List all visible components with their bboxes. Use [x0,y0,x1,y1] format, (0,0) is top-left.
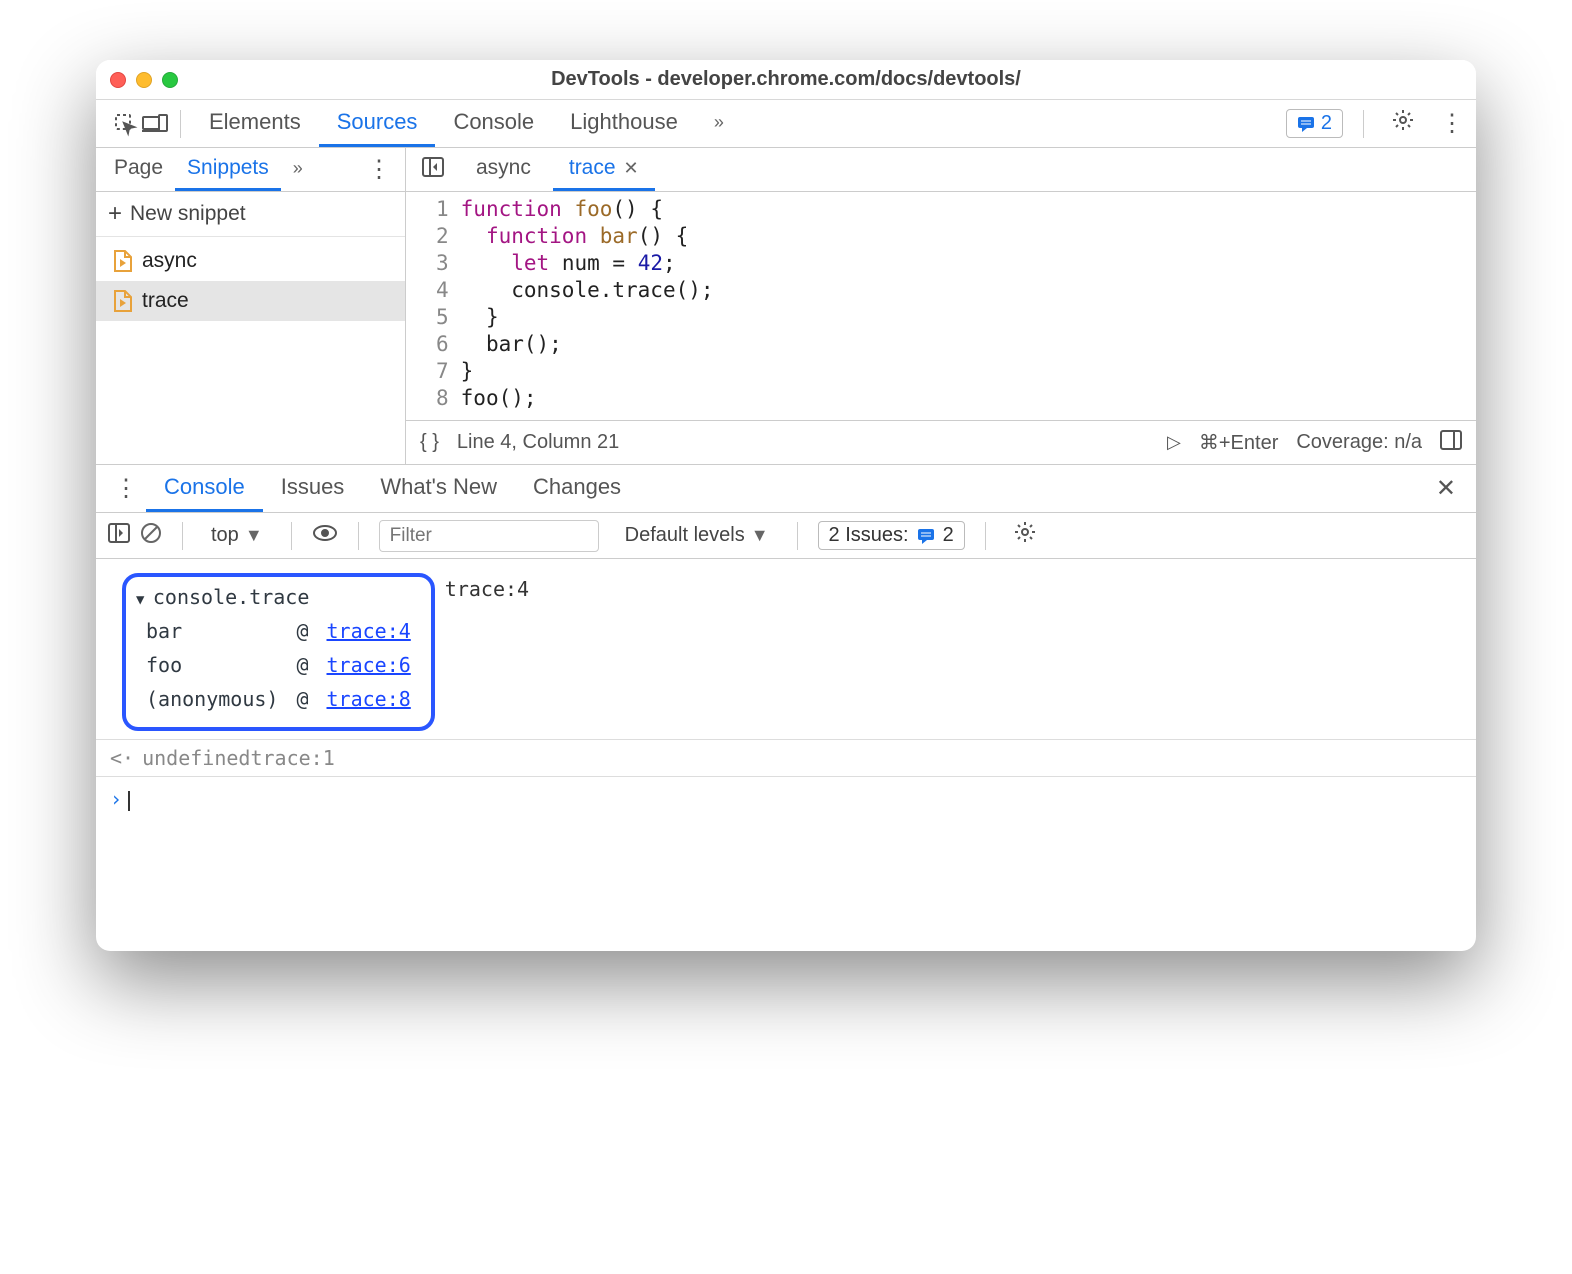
navigator-tabs: Page Snippets » ⋮ [96,148,405,192]
panel-tabs: Elements Sources Console Lighthouse » [191,100,742,147]
navigator-more-icon[interactable]: ⋮ [359,155,399,184]
snippet-item-label: trace [142,289,189,313]
close-drawer-icon[interactable]: ✕ [1426,474,1466,503]
frame-location-link[interactable]: trace:6 [327,653,411,677]
cursor-position: Line 4, Column 21 [457,431,619,454]
console-result-row: <· undefined trace:1 [96,739,1476,777]
snippet-item-label: async [142,249,197,273]
message-source-link[interactable]: trace:1 [250,746,334,770]
frame-at: @ [288,649,316,681]
tabs-overflow-icon[interactable]: » [696,100,742,147]
tab-elements[interactable]: Elements [191,100,319,147]
result-value: undefined [142,746,250,770]
log-levels-selector[interactable]: Default levels ▼ [617,522,777,549]
more-icon[interactable]: ⋮ [1432,109,1472,138]
pretty-print-icon[interactable]: { } [420,431,439,454]
execution-context-selector[interactable]: top ▼ [203,522,271,549]
snippet-item-trace[interactable]: trace [96,281,405,321]
snippet-file-icon [114,290,132,312]
prompt-chevron-icon: › [110,787,122,811]
editor-panel: async trace ✕ 12345678 function foo() { … [406,148,1476,464]
main-toolbar: Elements Sources Console Lighthouse » 2 … [96,100,1476,148]
console-issues-button[interactable]: 2 Issues: 2 [818,521,965,550]
live-expression-icon[interactable] [312,524,338,548]
frame-location-link[interactable]: trace:8 [327,687,411,711]
message-icon [917,527,935,545]
run-snippet-icon[interactable]: ▷ [1167,432,1181,453]
editor-tab-label: async [476,156,531,180]
levels-label: Default levels [625,524,745,547]
code-content: function foo() { function bar() { let nu… [461,196,734,412]
navigator-panel: Page Snippets » ⋮ + New snippet async [96,148,406,464]
code-area[interactable]: 12345678 function foo() { function bar()… [406,192,1476,420]
nav-tabs-overflow-icon[interactable]: » [281,148,315,191]
console-toolbar: top ▼ Default levels ▼ 2 Issues: 2 [96,513,1476,559]
drawer-tab-whatsnew[interactable]: What's New [362,465,515,512]
new-snippet-button[interactable]: + New snippet [96,192,405,237]
chevron-down-icon: ▼ [245,525,263,546]
editor-tab-async[interactable]: async [460,148,547,191]
new-snippet-label: New snippet [130,202,246,226]
message-source-link[interactable]: trace:4 [445,577,529,601]
line-gutter: 12345678 [406,196,461,412]
device-toolbar-icon[interactable] [140,114,170,134]
issues-indicator[interactable]: 2 [1286,109,1343,138]
stack-frame: (anonymous) @ trace:8 [138,683,419,715]
editor-tab-trace[interactable]: trace ✕ [553,148,655,191]
issues-label: 2 Issues: [829,524,909,547]
frame-location-link[interactable]: trace:4 [327,619,411,643]
snippet-file-icon [114,250,132,272]
toggle-sidebar-icon[interactable] [1440,430,1462,456]
drawer-tab-console[interactable]: Console [146,465,263,512]
frame-at: @ [288,615,316,647]
tab-lighthouse[interactable]: Lighthouse [552,100,696,147]
devtools-window: DevTools - developer.chrome.com/docs/dev… [96,60,1476,951]
snippet-item-async[interactable]: async [96,241,405,281]
stack-frame: bar @ trace:4 [138,615,419,647]
drawer-tab-issues[interactable]: Issues [263,465,363,512]
tab-console[interactable]: Console [435,100,552,147]
titlebar: DevTools - developer.chrome.com/docs/dev… [96,60,1476,100]
return-arrow-icon: <· [110,746,134,770]
console-output: console.trace bar @ trace:4 foo @ trace:… [96,559,1476,951]
drawer-tab-changes[interactable]: Changes [515,465,639,512]
snippet-list: async trace [96,237,405,321]
nav-tab-page[interactable]: Page [102,148,175,191]
drawer-tabs: ⋮ Console Issues What's New Changes ✕ [96,465,1476,513]
plus-icon: + [108,202,122,226]
issues-count: 2 [943,524,954,547]
coverage-status: Coverage: n/a [1296,431,1422,454]
tab-sources[interactable]: Sources [319,100,436,147]
chevron-down-icon: ▼ [751,525,769,546]
frame-function: foo [138,649,286,681]
sources-split: Page Snippets » ⋮ + New snippet async [96,148,1476,465]
settings-icon[interactable] [1384,109,1422,138]
run-shortcut: ⌘+Enter [1199,430,1278,455]
inspect-icon[interactable] [110,113,140,135]
stack-trace-group[interactable]: console.trace bar @ trace:4 foo @ trace:… [122,573,435,731]
clear-console-icon[interactable] [140,522,162,550]
editor-tabs: async trace ✕ [406,148,1476,192]
console-filter-input[interactable] [379,520,599,552]
nav-tab-snippets[interactable]: Snippets [175,148,281,191]
editor-tab-label: trace [569,156,616,180]
stack-frame: foo @ trace:6 [138,649,419,681]
close-tab-icon[interactable]: ✕ [624,158,639,179]
toggle-navigator-icon[interactable] [412,157,454,183]
window-title: DevTools - developer.chrome.com/docs/dev… [96,68,1476,91]
issues-count: 2 [1321,112,1332,135]
context-label: top [211,524,239,547]
drawer-more-icon[interactable]: ⋮ [106,474,146,503]
frame-function: (anonymous) [138,683,286,715]
trace-label[interactable]: console.trace [136,585,421,609]
frame-at: @ [288,683,316,715]
stack-trace-table: bar @ trace:4 foo @ trace:6 (anonymous) … [136,613,421,717]
console-settings-icon[interactable] [1006,521,1044,550]
console-sidebar-toggle-icon[interactable] [108,523,130,549]
editor-statusbar: { } Line 4, Column 21 ▷ ⌘+Enter Coverage… [406,420,1476,464]
console-prompt[interactable]: › [96,777,1476,951]
message-icon [1297,115,1315,133]
frame-function: bar [138,615,286,647]
